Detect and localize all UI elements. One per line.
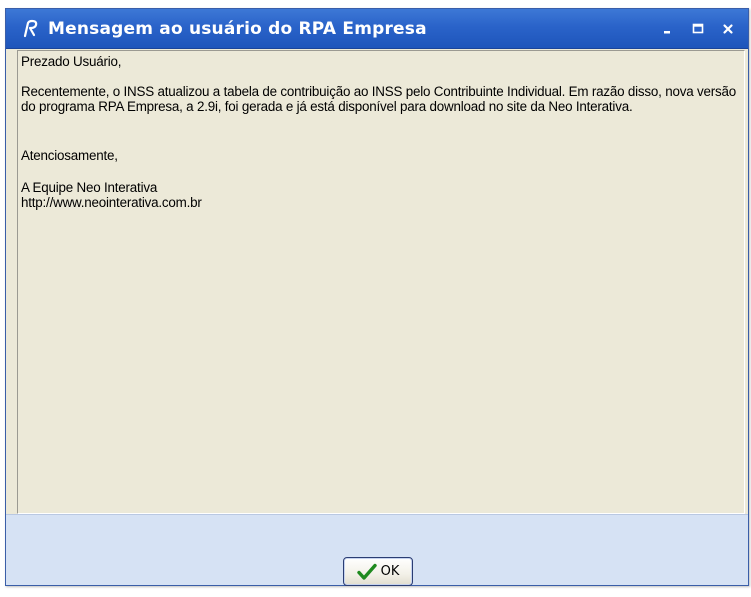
message-body: Recentemente, o INSS atualizou a tabela … — [21, 84, 736, 114]
message-closing: Atenciosamente, — [21, 148, 118, 163]
message-greeting: Prezado Usuário, — [21, 54, 122, 69]
maximize-button[interactable] — [684, 15, 712, 43]
signature-url: http://www.neointerativa.com.br — [21, 195, 202, 210]
signature-team: A Equipe Neo Interativa — [21, 180, 158, 195]
rpa-logo-icon — [20, 18, 42, 40]
ok-button[interactable]: OK — [343, 557, 413, 586]
title-bar[interactable]: Mensagem ao usuário do RPA Empresa — [6, 9, 748, 49]
ok-button-label: OK — [380, 564, 400, 579]
checkmark-icon — [356, 563, 377, 580]
message-text-area: Prezado Usuário, Recentemente, o INSS at… — [17, 50, 745, 514]
close-icon — [723, 24, 733, 34]
window-title: Mensagem ao usuário do RPA Empresa — [48, 18, 427, 39]
minimize-button[interactable] — [654, 15, 682, 43]
close-button[interactable] — [714, 15, 742, 43]
window-controls — [654, 9, 742, 49]
minimize-icon — [664, 31, 670, 34]
message-dialog: Mensagem ao usuário do RPA Empresa Preza… — [5, 8, 749, 586]
maximize-icon — [692, 23, 704, 34]
button-bar: OK — [6, 514, 748, 586]
